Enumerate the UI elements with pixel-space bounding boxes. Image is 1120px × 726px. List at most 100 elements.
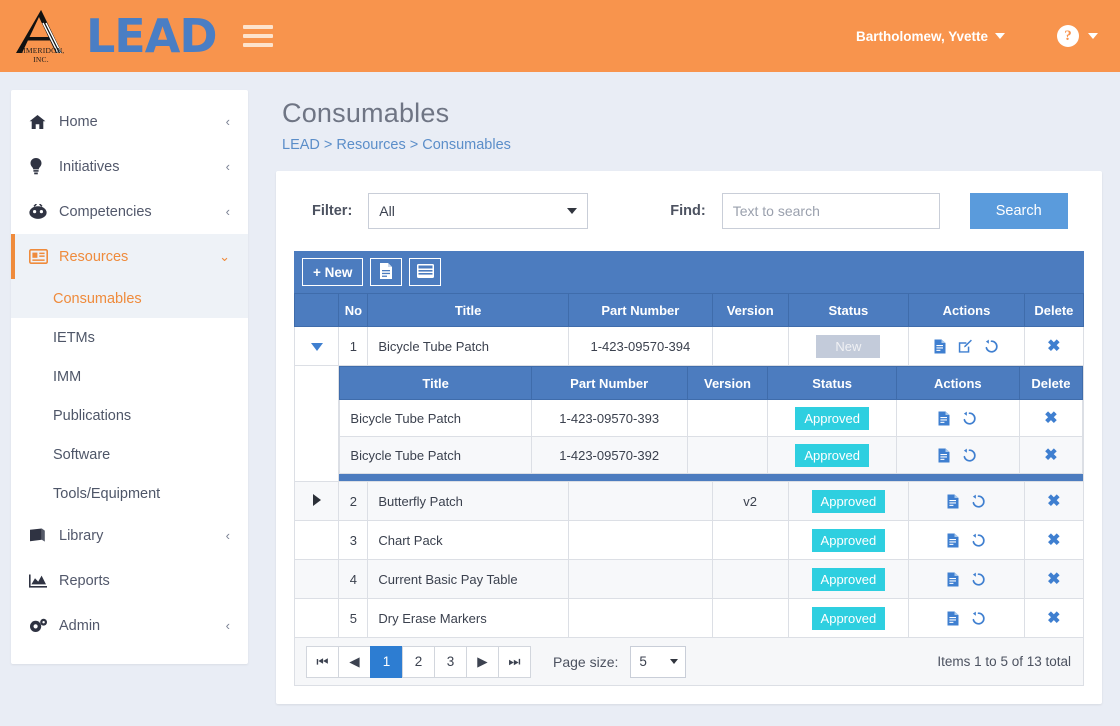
document-icon[interactable] [947, 494, 959, 509]
sidebar-item-competencies[interactable]: Competencies ‹ [11, 189, 248, 234]
prev-page-button[interactable]: ◀ [338, 645, 371, 678]
chevron-down-icon[interactable] [310, 342, 323, 351]
subcolumn-header-version[interactable]: Version [686, 366, 769, 400]
document-icon[interactable] [947, 611, 959, 626]
filter-select[interactable]: All [368, 193, 589, 229]
sidebar-subitem-label: IETMs [53, 329, 95, 346]
delete-icon[interactable]: ✖ [1044, 410, 1057, 427]
document-icon[interactable] [938, 448, 950, 463]
search-button[interactable]: Search [969, 193, 1068, 229]
page-size-label: Page size: [553, 653, 619, 670]
delete-icon[interactable]: ✖ [1044, 447, 1057, 464]
subcolumn-header-status[interactable]: Status [767, 366, 897, 400]
sidebar-item-consumables[interactable]: Consumables [11, 279, 248, 318]
detail-spacer-cell [293, 365, 340, 482]
sidebar-item-resources[interactable]: Resources ⌄ [11, 234, 248, 279]
subcolumn-header-delete[interactable]: Delete [1018, 366, 1084, 400]
history-icon[interactable] [971, 572, 986, 587]
cell-actions [895, 436, 1020, 474]
new-button[interactable]: + New [302, 258, 364, 286]
table-body: 1 Bicycle Tube Patch 1-423-09570-394 New [293, 326, 1085, 638]
document-icon[interactable] [934, 339, 946, 354]
delete-icon[interactable]: ✖ [1047, 571, 1060, 588]
delete-icon[interactable]: ✖ [1047, 610, 1060, 627]
sidebar-item-initiatives[interactable]: Initiatives ‹ [11, 144, 248, 189]
sidebar-item-publications[interactable]: Publications [11, 396, 248, 435]
cell-part-number [567, 520, 713, 560]
history-icon[interactable] [971, 494, 986, 509]
column-header-delete[interactable]: Delete [1023, 293, 1085, 327]
history-icon[interactable] [971, 611, 986, 626]
column-header-actions[interactable]: Actions [908, 293, 1025, 327]
table-row[interactable]: 2 Butterfly Patch v2 Approved ✖ [293, 481, 1085, 521]
search-input[interactable] [721, 193, 940, 229]
history-icon[interactable] [962, 411, 977, 426]
table-row[interactable]: 5 Dry Erase Markers Approved ✖ [293, 598, 1085, 638]
page-size-select[interactable]: 5 [630, 645, 687, 678]
row-expander-cell[interactable] [293, 481, 340, 521]
sidebar-item-imm[interactable]: IMM [11, 357, 248, 396]
column-header-title[interactable]: Title [367, 293, 569, 327]
page-button-1[interactable]: 1 [370, 645, 403, 678]
cell-delete: ✖ [1023, 520, 1085, 560]
sidebar-item-library[interactable]: Library ‹ [11, 513, 248, 558]
sidebar-item-label: Initiatives [59, 158, 120, 175]
row-expander-cell[interactable] [293, 559, 340, 599]
versions-subtable: Title Part Number Version Status Actions… [339, 366, 1084, 474]
subtable-row[interactable]: Bicycle Tube Patch 1-423-09570-393 Appro… [339, 399, 1084, 437]
column-header-part-number[interactable]: Part Number [567, 293, 713, 327]
sidebar-item-admin[interactable]: Admin ‹ [11, 603, 248, 648]
document-icon[interactable] [947, 572, 959, 587]
chevron-right-icon[interactable] [312, 493, 321, 506]
row-expander-cell[interactable] [293, 598, 340, 638]
breadcrumb[interactable]: LEAD > Resources > Consumables [282, 137, 1102, 153]
export-document-button[interactable] [370, 258, 403, 286]
last-page-button[interactable]: ⏭ [498, 645, 531, 678]
sidebar-subitem-label: Software [53, 446, 111, 463]
subtable-header-row: Title Part Number Version Status Actions… [339, 366, 1084, 400]
delete-icon[interactable]: ✖ [1047, 532, 1060, 549]
brand-block: AIMERIDON, INC. LEAD [0, 7, 273, 65]
table-row[interactable]: 1 Bicycle Tube Patch 1-423-09570-394 New [293, 326, 1085, 366]
cell-delete: ✖ [1023, 598, 1085, 638]
delete-icon[interactable]: ✖ [1047, 493, 1060, 510]
subtable-row[interactable]: Bicycle Tube Patch 1-423-09570-392 Appro… [339, 436, 1084, 474]
sidebar-item-software[interactable]: Software [11, 435, 248, 474]
subcolumn-header-actions[interactable]: Actions [895, 366, 1020, 400]
first-page-button[interactable]: ⏮ [306, 645, 339, 678]
document-icon[interactable] [947, 533, 959, 548]
history-icon[interactable] [962, 448, 977, 463]
column-header-no[interactable]: No [338, 293, 369, 327]
cell-actions [908, 481, 1025, 521]
cell-status: Approved [787, 520, 910, 560]
sidebar-item-tools-equipment[interactable]: Tools/Equipment [11, 474, 248, 513]
table-header: No Title Part Number Version Status Acti… [293, 293, 1085, 327]
row-expander-cell[interactable] [293, 326, 340, 366]
delete-icon[interactable]: ✖ [1047, 338, 1060, 355]
subcolumn-header-part-number[interactable]: Part Number [530, 366, 688, 400]
sidebar-item-home[interactable]: Home ‹ [11, 99, 248, 144]
page-button-3[interactable]: 3 [434, 645, 467, 678]
edit-icon[interactable] [958, 339, 972, 353]
column-header-expander[interactable] [293, 293, 340, 327]
cell-delete: ✖ [1023, 481, 1085, 521]
column-chooser-button[interactable] [409, 258, 442, 286]
page-button-2[interactable]: 2 [402, 645, 435, 678]
next-page-button[interactable]: ▶ [466, 645, 499, 678]
cell-title: Bicycle Tube Patch [339, 436, 532, 474]
column-header-status[interactable]: Status [787, 293, 910, 327]
row-expander-cell[interactable] [293, 520, 340, 560]
column-header-version[interactable]: Version [711, 293, 789, 327]
history-icon[interactable] [984, 339, 999, 354]
user-menu[interactable]: Bartholomew, Yvette [856, 29, 1005, 44]
hamburger-icon[interactable] [242, 23, 273, 49]
document-icon[interactable] [938, 411, 950, 426]
table-row[interactable]: 3 Chart Pack Approved ✖ [293, 520, 1085, 560]
subcolumn-header-title[interactable]: Title [339, 366, 532, 400]
subtable-body: Bicycle Tube Patch 1-423-09570-393 Appro… [339, 399, 1084, 474]
sidebar-item-ietms[interactable]: IETMs [11, 318, 248, 357]
sidebar-item-reports[interactable]: Reports [11, 558, 248, 603]
history-icon[interactable] [971, 533, 986, 548]
table-row[interactable]: 4 Current Basic Pay Table Approved ✖ [293, 559, 1085, 599]
help-menu[interactable]: ? [1057, 25, 1098, 47]
